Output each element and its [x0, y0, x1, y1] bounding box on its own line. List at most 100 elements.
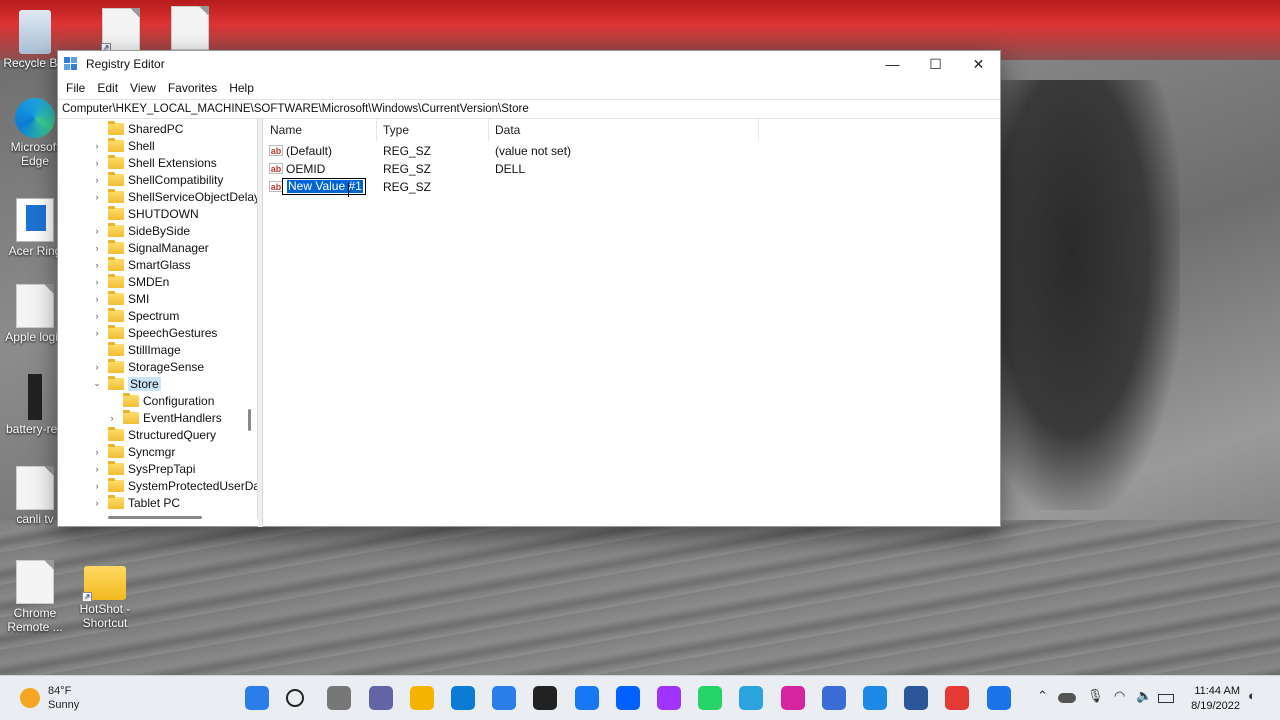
notification-icon[interactable]: ◐: [1248, 688, 1256, 703]
chevron-right-icon[interactable]: ›: [92, 328, 102, 338]
search-icon[interactable]: [286, 689, 305, 707]
tree-item[interactable]: › Shell: [92, 137, 155, 154]
camera-icon[interactable]: [945, 686, 970, 710]
menu-file[interactable]: File: [60, 81, 91, 95]
tree-item[interactable]: › SMI: [92, 290, 149, 307]
chevron-right-icon[interactable]: ›: [92, 447, 102, 457]
tree-item[interactable]: › SignalManager: [92, 239, 209, 256]
start-icon[interactable]: [245, 686, 269, 710]
tree-item[interactable]: › SysPrepTapi: [92, 460, 195, 477]
menu-favorites[interactable]: Favorites: [162, 81, 223, 95]
tree-item[interactable]: › SMDEn: [92, 273, 169, 290]
address-bar[interactable]: Computer\HKEY_LOCAL_MACHINE\SOFTWARE\Mic…: [58, 99, 1000, 119]
chevron-right-icon[interactable]: ›: [92, 141, 102, 151]
tree-item-label: EventHandlers: [143, 410, 222, 425]
chat-icon[interactable]: [368, 686, 393, 710]
chevron-right-icon[interactable]: ›: [92, 226, 102, 236]
rename-value-input[interactable]: New Value #1: [282, 178, 366, 197]
tree-item[interactable]: Configuration: [107, 392, 214, 409]
tree-horizontal-scrollbar[interactable]: [108, 516, 202, 519]
desktop-icon-file-a[interactable]: ↗: [86, 8, 156, 54]
edge-icon[interactable]: [451, 686, 475, 710]
messenger-icon[interactable]: [657, 686, 681, 710]
chevron-right-icon[interactable]: ›: [107, 413, 117, 423]
clock[interactable]: 11:44 AM 8/19/2022: [1186, 684, 1240, 714]
pane-splitter[interactable]: [258, 119, 263, 527]
tree-item[interactable]: StructuredQuery: [92, 426, 216, 443]
tree-item-label: ShellCompatibility: [128, 172, 224, 187]
folder-icon: [108, 120, 124, 135]
desktop-icon-chrome-remote[interactable]: Chrome Remote ...: [0, 560, 70, 634]
value-row[interactable]: ab (Default) REG_SZ (value not set): [264, 142, 964, 160]
store-icon[interactable]: [492, 686, 517, 710]
desktop-icon-hotshot[interactable]: ↗ HotShot - Shortcut: [70, 560, 140, 630]
menu-edit[interactable]: Edit: [91, 81, 124, 95]
tree-item[interactable]: › SpeechGestures: [92, 324, 217, 341]
tree-item[interactable]: › EventHandlers: [107, 409, 222, 426]
task-view-icon[interactable]: [327, 686, 352, 710]
telegram-icon[interactable]: [739, 686, 764, 710]
chevron-right-icon[interactable]: ›: [92, 243, 102, 253]
cloud-icon[interactable]: [1058, 693, 1076, 703]
folder-icon: [108, 273, 124, 288]
instagram-icon[interactable]: [780, 686, 805, 710]
word-icon[interactable]: [904, 686, 929, 710]
minimize-button[interactable]: —: [871, 51, 914, 77]
chevron-right-icon[interactable]: ›: [92, 464, 102, 474]
tree-item[interactable]: › ShellServiceObjectDelay: [92, 188, 257, 205]
chevron-right-icon[interactable]: ›: [92, 294, 102, 304]
menu-view[interactable]: View: [124, 81, 162, 95]
chevron-right-icon[interactable]: ›: [92, 158, 102, 168]
tree-item[interactable]: › Syncmgr: [92, 443, 175, 460]
registry-editor-icon[interactable]: [986, 686, 1011, 710]
wifi-icon[interactable]: ◠: [1114, 688, 1125, 704]
tree-item[interactable]: SharedPC: [92, 120, 183, 137]
column-header-type[interactable]: Type: [377, 119, 489, 141]
maximize-button[interactable]: ☐: [914, 51, 957, 77]
app-icon[interactable]: [533, 686, 558, 710]
title-bar[interactable]: Registry Editor — ☐ ✕: [58, 51, 1000, 77]
tree-item[interactable]: SHUTDOWN: [92, 205, 199, 222]
tree-item[interactable]: › SmartGlass: [92, 256, 191, 273]
battery-icon[interactable]: [1158, 694, 1174, 703]
close-button[interactable]: ✕: [957, 51, 1000, 77]
chevron-up-icon[interactable]: ⌃: [1037, 688, 1048, 704]
volume-icon[interactable]: 🔈: [1136, 688, 1152, 704]
weather-widget[interactable]: 84°F Sunny: [20, 684, 79, 712]
tree-item[interactable]: ⌄ Store: [92, 375, 161, 392]
value-row[interactable]: ab OEMID REG_SZ DELL: [264, 160, 964, 178]
menu-help[interactable]: Help: [223, 81, 260, 95]
chevron-right-icon[interactable]: ›: [92, 260, 102, 270]
file-explorer-icon[interactable]: [409, 686, 434, 710]
value-data: (value not set): [495, 144, 572, 158]
tree-vertical-scrollbar[interactable]: [248, 409, 251, 431]
tree-item[interactable]: › Shell Extensions: [92, 154, 217, 171]
photos-icon[interactable]: [821, 686, 846, 710]
microphone-icon[interactable]: 🎙: [1087, 688, 1104, 704]
tree-item[interactable]: › Tablet PC: [92, 494, 180, 511]
tree-item[interactable]: › SideBySide: [92, 222, 190, 239]
tree-item[interactable]: › StorageSense: [92, 358, 204, 375]
folder-icon: [108, 171, 124, 186]
folder-icon: [108, 494, 124, 509]
tree-item[interactable]: › Spectrum: [92, 307, 179, 324]
chevron-right-icon[interactable]: ›: [92, 481, 102, 491]
chevron-right-icon[interactable]: ›: [92, 498, 102, 508]
chevron-right-icon[interactable]: ›: [92, 175, 102, 185]
whatsapp-icon[interactable]: [698, 686, 723, 710]
column-header-name[interactable]: Name: [264, 119, 377, 141]
dropbox-icon[interactable]: [615, 686, 640, 710]
tree-item[interactable]: StillImage: [92, 341, 181, 358]
chevron-right-icon[interactable]: ›: [92, 277, 102, 287]
cortana-icon[interactable]: [863, 686, 887, 710]
chevron-right-icon[interactable]: ›: [92, 362, 102, 372]
value-row-editing[interactable]: ab New Value #1 REG_SZ: [264, 178, 964, 197]
chevron-right-icon[interactable]: ›: [92, 311, 102, 321]
tree-item[interactable]: › ShellCompatibility: [92, 171, 223, 188]
column-header-data[interactable]: Data: [489, 119, 759, 141]
chevron-down-icon[interactable]: ⌄: [92, 378, 102, 389]
desktop-icon-file-b[interactable]: [155, 6, 225, 52]
chevron-right-icon[interactable]: ›: [92, 192, 102, 202]
facebook-icon[interactable]: [574, 686, 599, 710]
tree-item[interactable]: › SystemProtectedUserDa: [92, 477, 257, 494]
